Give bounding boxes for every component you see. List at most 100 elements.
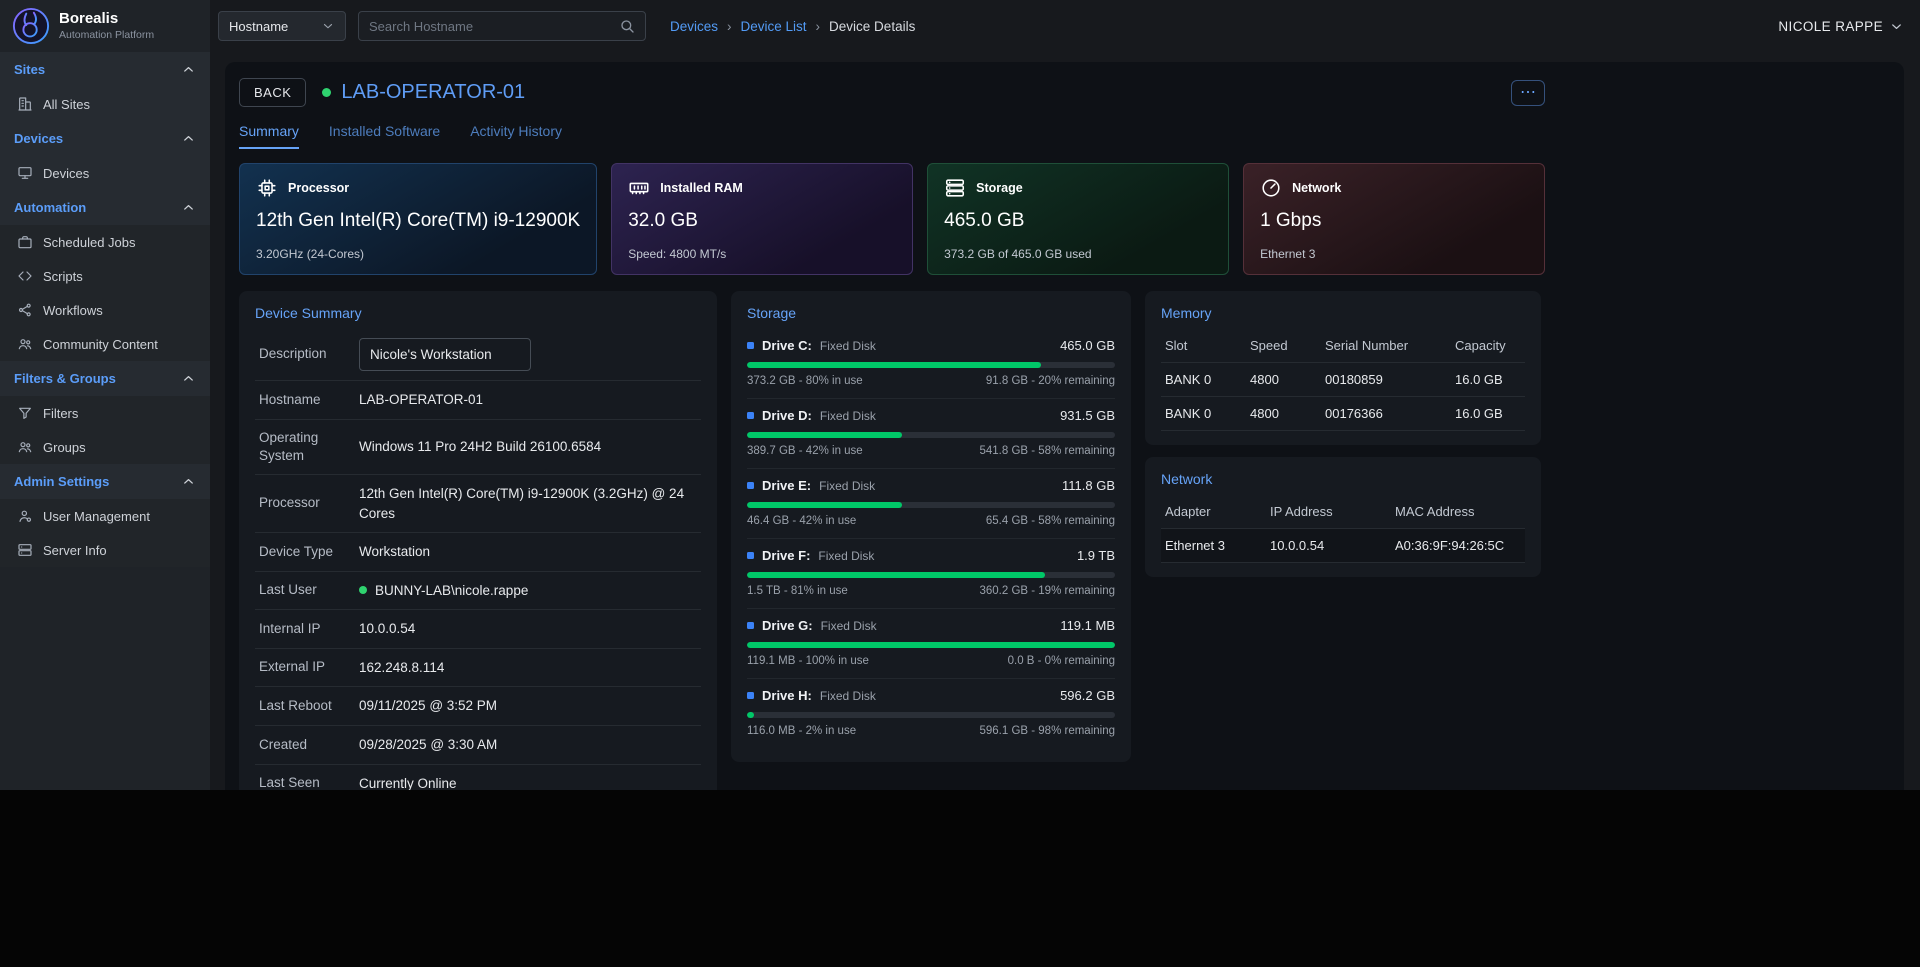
- row-label: Last Reboot: [259, 697, 359, 715]
- sidebar-item-community-content[interactable]: Community Content: [0, 327, 210, 361]
- sidebar-item-label: Server Info: [43, 543, 107, 558]
- brand-subtitle: Automation Platform: [59, 29, 154, 41]
- drive-row-e: Drive E: Fixed Disk 111.8 GB 46.4 GB - 4…: [747, 469, 1115, 539]
- section-label: Devices: [14, 131, 63, 146]
- viewport-void: [0, 790, 1920, 967]
- drive-row-h: Drive H: Fixed Disk 596.2 GB 116.0 MB - …: [747, 679, 1115, 748]
- sidebar-item-devices[interactable]: Devices: [0, 156, 210, 190]
- drive-type: Fixed Disk: [819, 479, 875, 493]
- sidebar-item-label: All Sites: [43, 97, 90, 112]
- chevron-up-icon: [181, 62, 196, 77]
- chevron-up-icon: [181, 131, 196, 146]
- sidebar-item-label: Filters: [43, 406, 78, 421]
- row-value: 12th Gen Intel(R) Core(TM) i9-12900K (3.…: [359, 484, 697, 523]
- stat-card-storage: Storage 465.0 GB 373.2 GB of 465.0 GB us…: [927, 163, 1229, 275]
- sidebar-item-scripts[interactable]: Scripts: [0, 259, 210, 293]
- device-summary-panel: Device Summary Description Hostname LAB-…: [239, 291, 717, 790]
- card-header: BACK LAB-OPERATOR-01 ⋯: [239, 78, 1545, 107]
- tab-activity-history[interactable]: Activity History: [470, 123, 562, 149]
- search-box: [358, 11, 646, 41]
- row-value: Workstation: [359, 542, 697, 562]
- cell-ip: 10.0.0.54: [1270, 538, 1395, 553]
- sidebar-item-all-sites[interactable]: All Sites: [0, 87, 210, 121]
- online-status-dot: [359, 586, 367, 594]
- drive-used-text: 389.7 GB - 42% in use: [747, 445, 863, 457]
- user-icon: [17, 508, 33, 524]
- server-icon: [17, 542, 33, 558]
- panel-title: Memory: [1161, 305, 1525, 321]
- cpu-icon: [256, 177, 278, 199]
- brand-header[interactable]: Borealis Automation Platform: [0, 0, 210, 52]
- drive-size: 1.9 TB: [1077, 548, 1115, 563]
- cell-speed: 4800: [1250, 406, 1325, 421]
- network-panel: Network Adapter IP Address MAC Address E…: [1145, 457, 1541, 577]
- row-value: 10.0.0.54: [359, 619, 697, 639]
- drive-type: Fixed Disk: [820, 689, 876, 703]
- drive-bullet-icon: [747, 552, 754, 559]
- sidebar-item-scheduled-jobs[interactable]: Scheduled Jobs: [0, 225, 210, 259]
- drive-size: 465.0 GB: [1060, 338, 1115, 353]
- sidebar-section-filters-groups[interactable]: Filters & Groups: [0, 361, 210, 396]
- sidebar-item-server-info[interactable]: Server Info: [0, 533, 210, 567]
- sidebar-item-groups[interactable]: Groups: [0, 430, 210, 464]
- sidebar-section-admin-settings[interactable]: Admin Settings: [0, 464, 210, 499]
- row-label: Last User: [259, 581, 359, 599]
- device-title-wrap: LAB-OPERATOR-01: [322, 81, 525, 104]
- hostname-filter-dropdown[interactable]: Hostname: [218, 11, 346, 41]
- hostname-filter-value: Hostname: [229, 19, 288, 34]
- stat-sub: Ethernet 3: [1260, 247, 1528, 261]
- summary-row-last-reboot: Last Reboot 09/11/2025 @ 3:52 PM: [255, 687, 701, 726]
- stat-label: Installed RAM: [660, 181, 743, 195]
- drive-used-text: 373.2 GB - 80% in use: [747, 375, 863, 387]
- sidebar-item-user-management[interactable]: User Management: [0, 499, 210, 533]
- panel-title: Storage: [747, 305, 1115, 321]
- search-icon[interactable]: [619, 18, 635, 34]
- main-area: Hostname Devices › Device List › Device …: [210, 0, 1920, 790]
- sidebar-section-automation[interactable]: Automation: [0, 190, 210, 225]
- drive-size: 111.8 GB: [1062, 478, 1115, 493]
- sidebar: Borealis Automation Platform Sites All S…: [0, 0, 210, 790]
- drive-usage-fill: [747, 432, 902, 438]
- row-label: Description: [259, 345, 359, 363]
- drive-bullet-icon: [747, 342, 754, 349]
- topbar: Hostname Devices › Device List › Device …: [210, 0, 1920, 52]
- drive-size: 596.2 GB: [1060, 688, 1115, 703]
- sidebar-section-devices[interactable]: Devices: [0, 121, 210, 156]
- drive-usage-fill: [747, 502, 902, 508]
- drive-usage-fill: [747, 572, 1045, 578]
- user-name: NICOLE RAPPE: [1778, 19, 1883, 34]
- user-menu[interactable]: NICOLE RAPPE: [1778, 19, 1904, 34]
- col-header: Capacity: [1455, 338, 1521, 353]
- sidebar-item-workflows[interactable]: Workflows: [0, 293, 210, 327]
- description-input[interactable]: [359, 338, 531, 371]
- tab-summary[interactable]: Summary: [239, 123, 299, 149]
- drive-name: Drive E:: [762, 478, 811, 493]
- row-value: 09/11/2025 @ 3:52 PM: [359, 696, 697, 716]
- section-label: Sites: [14, 62, 45, 77]
- breadcrumb-devices[interactable]: Devices: [670, 19, 718, 34]
- tab-installed-software[interactable]: Installed Software: [329, 123, 440, 149]
- stat-label: Processor: [288, 181, 349, 195]
- sidebar-section-sites[interactable]: Sites: [0, 52, 210, 87]
- gauge-icon: [1260, 177, 1282, 199]
- more-actions-button[interactable]: ⋯: [1511, 80, 1545, 106]
- drive-remaining-text: 596.1 GB - 98% remaining: [979, 725, 1115, 737]
- monitor-icon: [17, 165, 33, 181]
- summary-row-hostname: Hostname LAB-OPERATOR-01: [255, 381, 701, 420]
- drive-usage-bar: [747, 502, 1115, 508]
- brand-name: Borealis: [59, 11, 154, 28]
- sidebar-item-label: Scripts: [43, 269, 83, 284]
- breadcrumb-device-list[interactable]: Device List: [741, 19, 807, 34]
- summary-row-internal-ip: Internal IP 10.0.0.54: [255, 610, 701, 649]
- search-input[interactable]: [369, 19, 611, 34]
- drive-remaining-text: 0.0 B - 0% remaining: [1008, 655, 1115, 667]
- back-button[interactable]: BACK: [239, 78, 306, 107]
- section-label: Admin Settings: [14, 474, 109, 489]
- tab-bar: Summary Installed Software Activity Hist…: [239, 123, 1545, 149]
- row-value: BUNNY-LAB\nicole.rappe: [375, 581, 528, 601]
- memory-panel: Memory Slot Speed Serial Number Capacity…: [1145, 291, 1541, 445]
- sidebar-item-filters[interactable]: Filters: [0, 396, 210, 430]
- device-details-card: BACK LAB-OPERATOR-01 ⋯ Summary Installed…: [225, 62, 1904, 790]
- memory-table-row: BANK 0 4800 00176366 16.0 GB: [1161, 397, 1525, 431]
- summary-row-device-type: Device Type Workstation: [255, 533, 701, 572]
